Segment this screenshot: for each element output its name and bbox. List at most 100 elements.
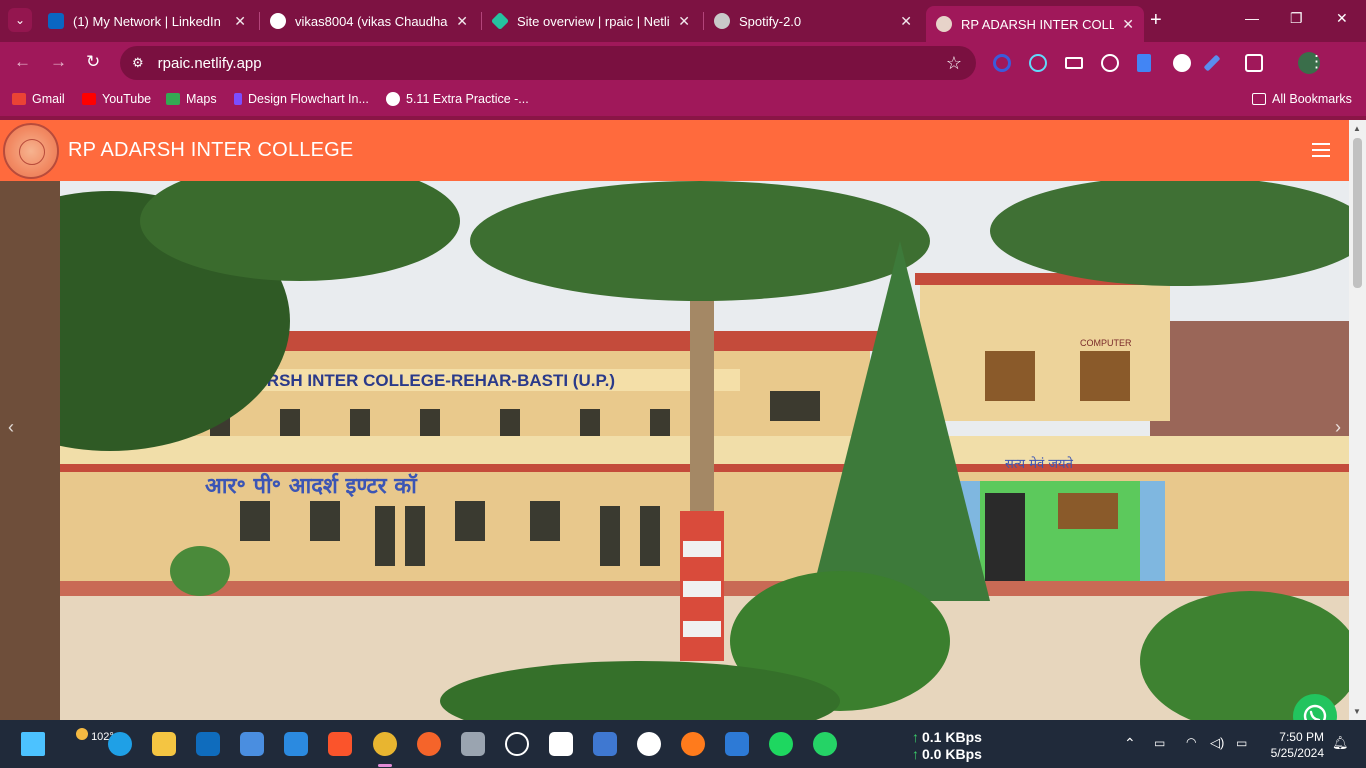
cast-icon[interactable] xyxy=(1065,57,1083,69)
hamburger-menu-icon[interactable] xyxy=(1312,143,1330,157)
vscode-icon[interactable] xyxy=(284,732,308,756)
bookmark-practice[interactable]: 5.11 Extra Practice -... xyxy=(386,92,529,106)
back-button[interactable]: ← xyxy=(14,52,31,72)
hero-carousel: R.P. ADARSH INTER COLLEGE-REHAR-BASTI (U… xyxy=(0,181,1349,720)
site-favicon-icon xyxy=(936,16,952,32)
network-speed: ↑ 0.1 KBps ↑ 0.0 KBps xyxy=(912,729,982,763)
scroll-down-arrow[interactable]: ▼ xyxy=(1353,707,1361,716)
battery-icon[interactable]: ▭ xyxy=(1236,736,1247,750)
linkedin-icon xyxy=(48,13,64,29)
edge-icon[interactable] xyxy=(108,732,132,756)
bookmark-maps[interactable]: Maps xyxy=(166,92,217,106)
site-navbar: RP ADARSH INTER COLLEGE xyxy=(0,120,1349,181)
bookmark-flowchart[interactable]: Design Flowchart In... xyxy=(234,92,369,106)
practice-icon xyxy=(386,92,400,106)
clock-time: 7:50 PM xyxy=(1279,730,1324,744)
hindi-sign: आर॰ पी॰ आदर्श इण्टर कॉ xyxy=(205,472,418,499)
system-clock[interactable]: 7:50 PM 5/25/2024 xyxy=(1266,729,1324,761)
postman-icon[interactable] xyxy=(417,732,441,756)
weather-icon xyxy=(76,728,88,740)
chrome-icon[interactable] xyxy=(373,732,397,756)
scrollbar-thumb[interactable] xyxy=(1353,138,1362,288)
close-icon[interactable]: ✕ xyxy=(1122,16,1134,33)
file-explorer-icon[interactable] xyxy=(152,732,176,756)
bookmarks-bar: Gmail YouTube Maps Design Flowchart In..… xyxy=(0,84,1366,116)
tab-title: Site overview | rpaic | Netlify xyxy=(517,13,671,29)
tab-netlify[interactable]: Site overview | rpaic | Netlify ✕ xyxy=(482,6,700,36)
carousel-prev-button[interactable]: ‹ xyxy=(8,417,14,438)
tab-search-button[interactable]: ⌄ xyxy=(8,8,32,32)
motto-text: सत्य मेवं जयते xyxy=(1005,456,1074,472)
tab-linkedin[interactable]: (1) My Network | LinkedIn ✕ xyxy=(38,6,256,36)
outlook-icon[interactable] xyxy=(196,732,220,756)
extensions-puzzle-icon[interactable] xyxy=(1245,54,1263,72)
extension-icon[interactable] xyxy=(993,54,1011,72)
bookmark-label: Gmail xyxy=(32,92,65,106)
spotify-icon[interactable] xyxy=(769,732,793,756)
tab-title: Spotify-2.0 xyxy=(739,13,802,29)
extension2-icon[interactable] xyxy=(1173,54,1191,72)
whatsapp-icon xyxy=(1303,704,1327,720)
page-scrollbar[interactable]: ▲ ▼ xyxy=(1349,120,1366,720)
college-logo[interactable] xyxy=(3,122,59,179)
close-icon[interactable]: ✕ xyxy=(234,13,246,30)
new-tab-button[interactable]: + xyxy=(1150,9,1162,32)
upload-arrow-icon: ↑ xyxy=(912,729,919,745)
tab-title: (1) My Network | LinkedIn xyxy=(73,13,221,29)
notification-bell-icon[interactable]: 🔔︎ xyxy=(1332,735,1349,751)
devtool-icon[interactable] xyxy=(505,732,529,756)
pen-icon[interactable] xyxy=(1203,54,1221,72)
forward-button[interactable]: → xyxy=(50,52,67,72)
wifi-icon[interactable]: ◠ xyxy=(1186,735,1196,749)
bookmark-label: YouTube xyxy=(102,92,152,106)
college-building-photo: R.P. ADARSH INTER COLLEGE-REHAR-BASTI (U… xyxy=(0,181,1349,720)
tab-github[interactable]: vikas8004 (vikas Chaudhary) ✕ xyxy=(260,6,478,36)
site-info-icon[interactable]: ⚙ xyxy=(132,55,144,71)
bookmark-label: Design Flowchart In... xyxy=(248,92,369,106)
github-icon xyxy=(270,13,286,29)
clock-date: 5/25/2024 xyxy=(1270,746,1324,760)
start-icon[interactable] xyxy=(21,732,45,756)
stack-icon[interactable] xyxy=(461,732,485,756)
keyboard-icon[interactable]: ▭ xyxy=(1154,736,1165,750)
net-down: 0.0 KBps xyxy=(922,746,982,762)
mongodb-icon[interactable] xyxy=(637,732,661,756)
vs-studio-icon[interactable] xyxy=(593,732,617,756)
scroll-up-arrow[interactable]: ▲ xyxy=(1353,124,1361,133)
react-devtools-icon[interactable] xyxy=(1029,54,1047,72)
mail-icon[interactable] xyxy=(725,732,749,756)
menu-icon[interactable]: ⋮ xyxy=(1308,52,1325,72)
bookmark-gmail[interactable]: Gmail xyxy=(12,92,65,106)
reload-button[interactable]: ↻ xyxy=(86,52,100,72)
github-desktop-icon[interactable] xyxy=(549,732,573,756)
page-viewport: RP ADARSH INTER COLLEGE R.P. ADARSH INTE… xyxy=(0,120,1366,720)
site-brand[interactable]: RP ADARSH INTER COLLEGE xyxy=(68,139,353,162)
close-icon[interactable]: ✕ xyxy=(678,13,690,30)
all-bookmarks-label: All Bookmarks xyxy=(1272,92,1352,106)
whatsapp-app-icon[interactable] xyxy=(813,732,837,756)
windows-taskbar: 102° ↑ 0.1 KBps ↑ 0.0 KBps ⌃ ▭ ◠ ◁) ▭ 7:50… xyxy=(0,720,1366,768)
carousel-next-button[interactable]: › xyxy=(1335,417,1341,438)
active-app-indicator xyxy=(378,764,392,767)
address-bar[interactable]: ⚙ rpaic.netlify.app ☆ xyxy=(120,46,976,80)
firefox-icon[interactable] xyxy=(681,732,705,756)
bookmark-star-icon[interactable]: ☆ xyxy=(946,53,962,74)
tab-spotify[interactable]: Spotify-2.0 ✕ xyxy=(704,6,922,36)
netlify-icon xyxy=(490,11,510,31)
maps-icon xyxy=(166,93,180,105)
record-icon[interactable] xyxy=(1101,54,1119,72)
tray-chevron-icon[interactable]: ⌃ xyxy=(1124,735,1136,752)
all-bookmarks[interactable]: All Bookmarks xyxy=(1252,92,1352,106)
close-icon[interactable]: ✕ xyxy=(456,13,468,30)
minimize-button[interactable]: — xyxy=(1245,10,1259,26)
volume-icon[interactable]: ◁) xyxy=(1210,735,1224,751)
computer-sign: COMPUTER xyxy=(1080,338,1132,348)
close-icon[interactable]: ✕ xyxy=(900,13,912,30)
tab-rpaic[interactable]: RP ADARSH INTER COLLEGE ✕ xyxy=(926,6,1144,42)
docs-icon[interactable] xyxy=(1137,54,1151,72)
brave-icon[interactable] xyxy=(328,732,352,756)
close-window-button[interactable]: ✕ xyxy=(1336,10,1348,27)
bookmark-youtube[interactable]: YouTube xyxy=(82,92,151,106)
microsoft-store-icon[interactable] xyxy=(240,732,264,756)
restore-button[interactable]: ❐ xyxy=(1290,10,1303,27)
